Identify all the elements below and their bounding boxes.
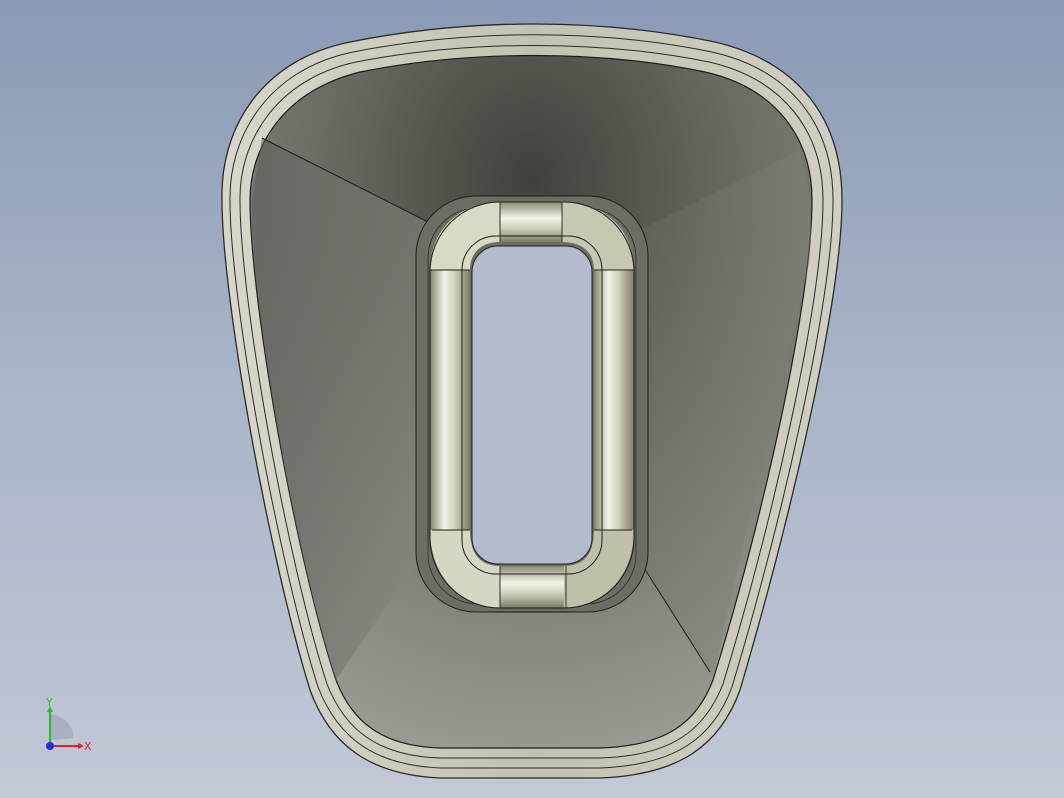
axis-triad: Y X [45,698,92,753]
tube-right [594,270,634,530]
graphics-viewport[interactable]: Y X [0,0,1064,798]
triad-x-label: X [84,740,92,753]
tube-bottom [500,566,564,608]
cad-model[interactable] [0,0,1064,798]
tube-left [430,270,470,530]
z-axis-dot [46,742,54,750]
triad-y-label: Y [45,698,53,709]
through-hole [471,245,593,565]
